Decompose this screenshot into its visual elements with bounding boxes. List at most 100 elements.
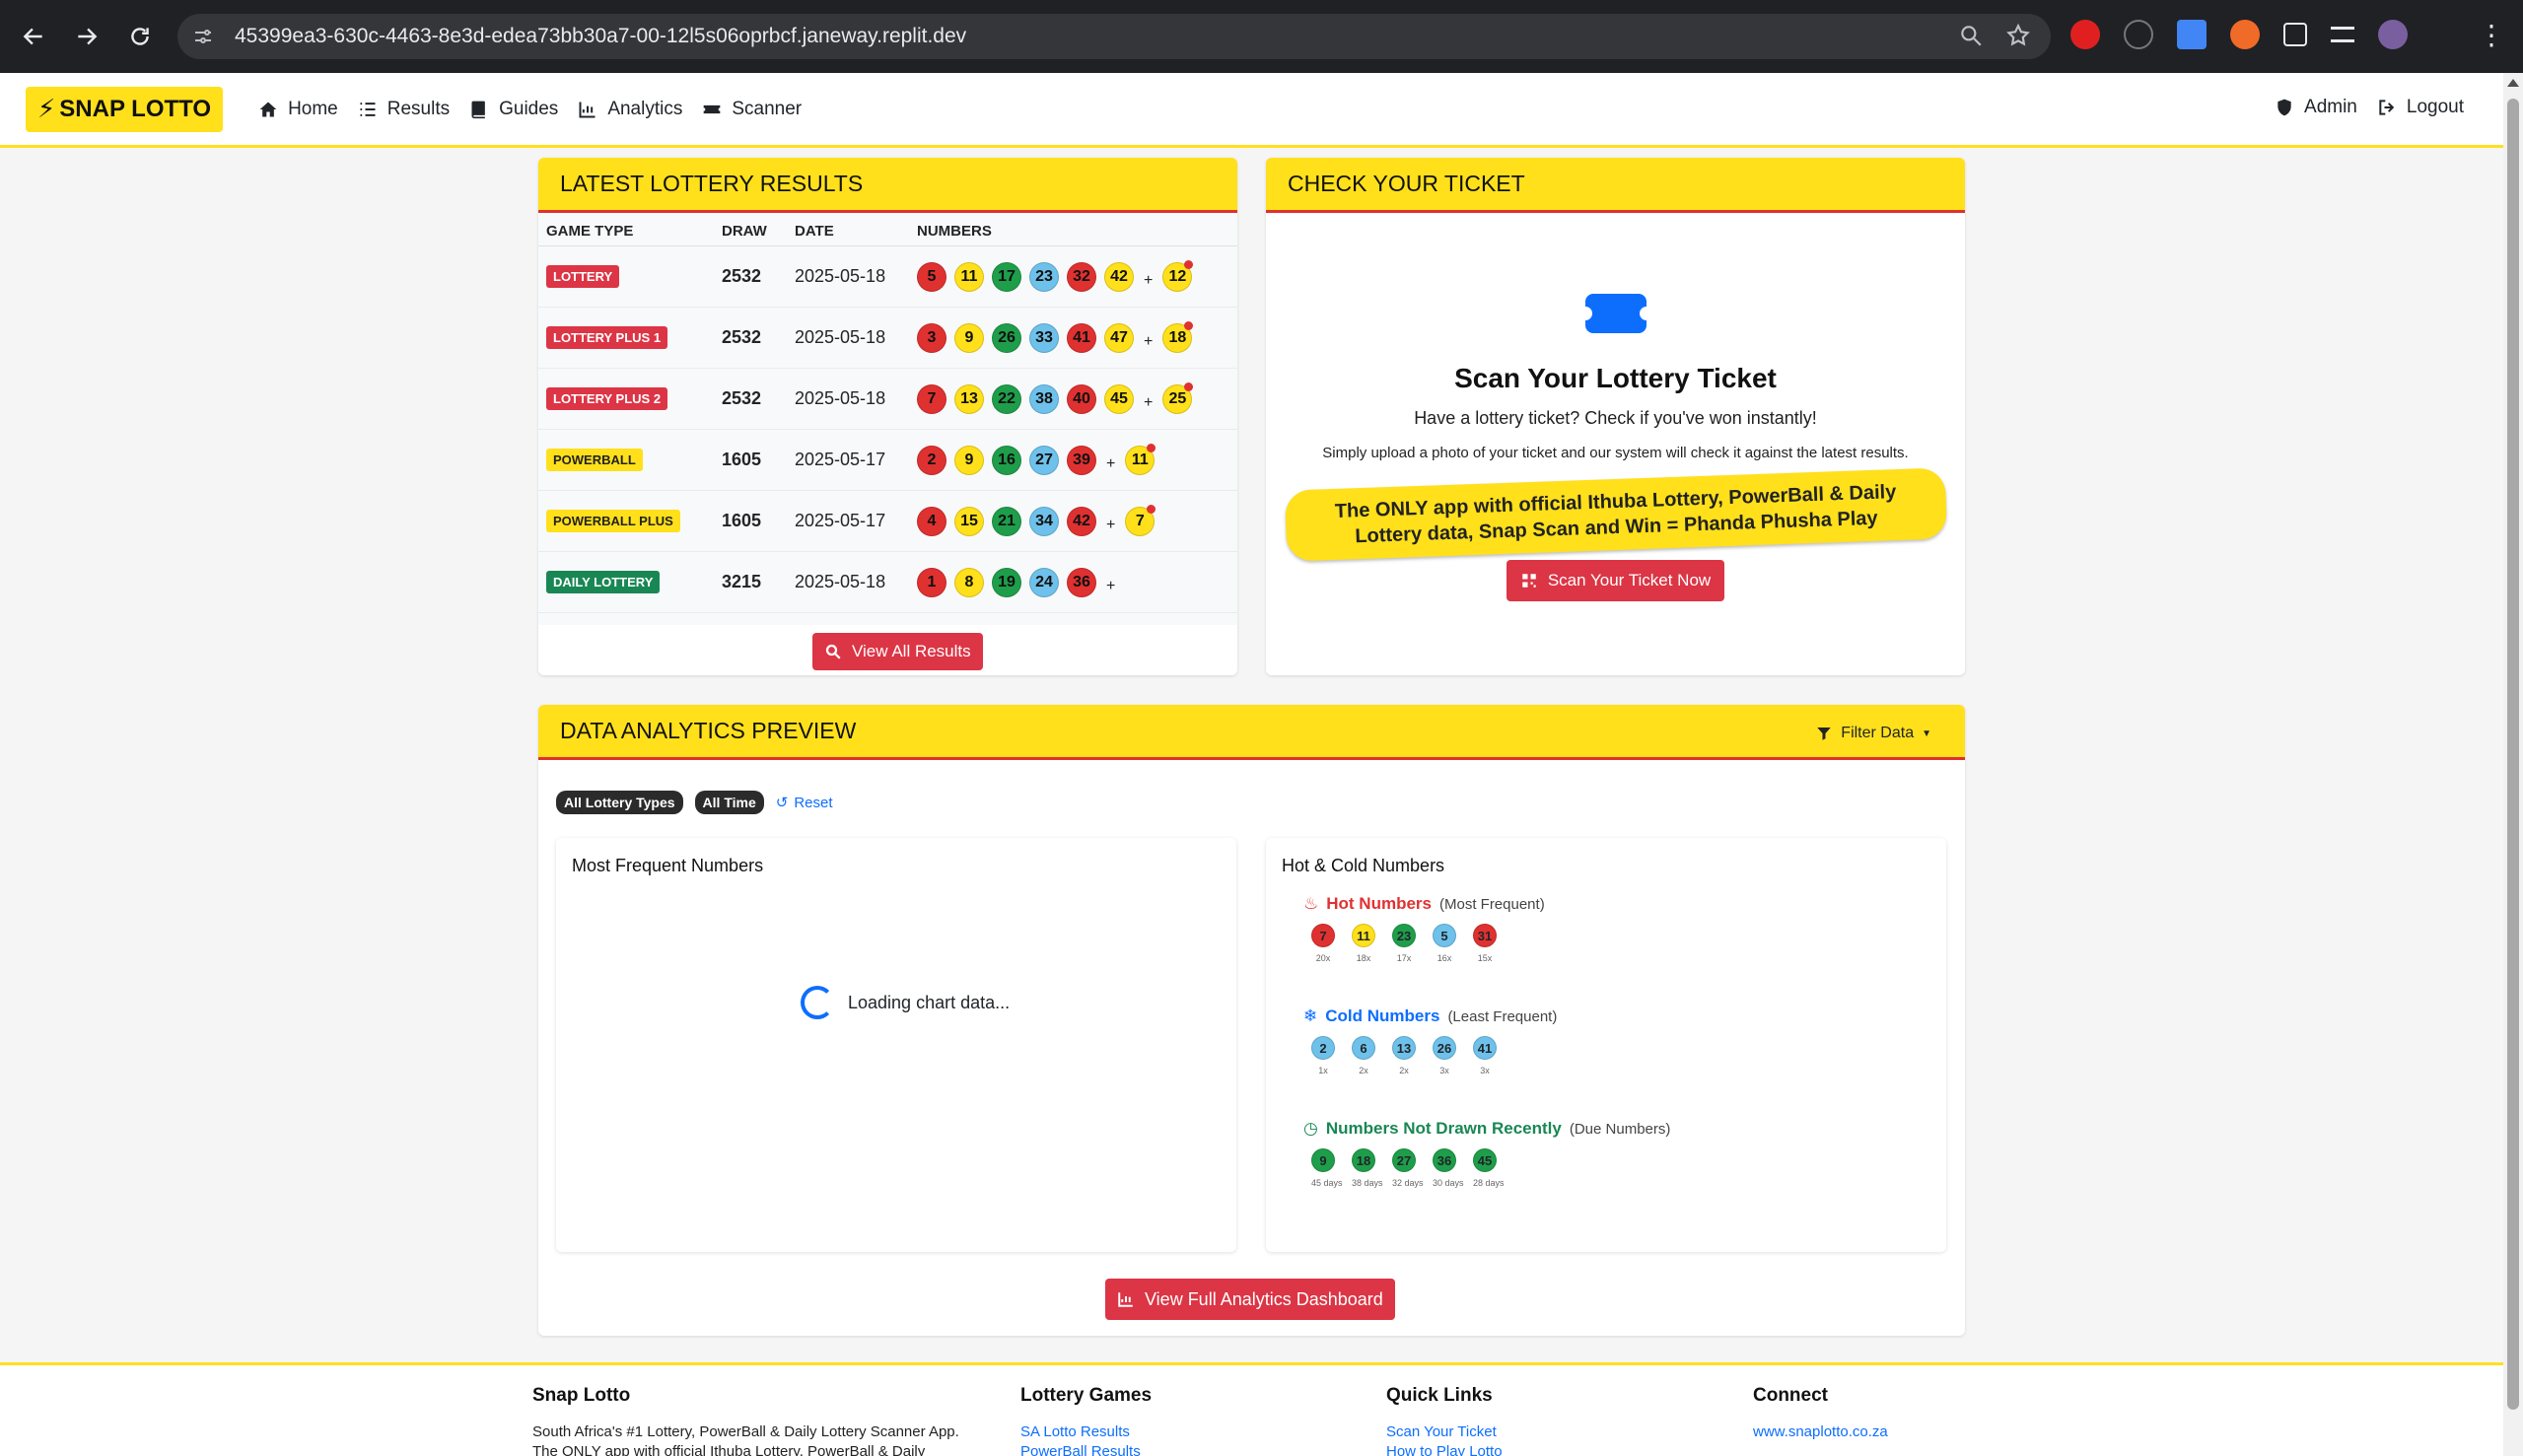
due-number-ball: 27 <box>1392 1148 1416 1172</box>
due-number-count: 28 days <box>1473 1178 1505 1188</box>
table-row: LOTTERY 2532 2025-05-18 5 11 17 23 32 42 +12 <box>538 245 1237 308</box>
analytics-preview-title: DATA ANALYTICS PREVIEW <box>538 705 1965 760</box>
bonus-indicator-icon <box>1184 381 1194 391</box>
table-row: DAILY LOTTERY 3215 2025-05-18 1 8 19 24 36 + <box>538 551 1237 613</box>
filter-data-label: Filter Data <box>1841 725 1915 741</box>
number-ball: 26 <box>992 322 1021 353</box>
footer-link-powerball[interactable]: PowerBall Results <box>1020 1442 1152 1456</box>
game-type-badge: POWERBALL PLUS <box>546 510 680 532</box>
reset-label: Reset <box>794 794 833 811</box>
view-full-analytics-button[interactable]: View Full Analytics Dashboard <box>1105 1279 1395 1320</box>
chip-time-range: All Time <box>694 791 764 814</box>
bonus-ball-value: 7 <box>1135 512 1145 529</box>
cold-number-item: 13 2x <box>1392 1036 1416 1075</box>
footer-link-how-to-play[interactable]: How to Play Lotto <box>1386 1442 1503 1456</box>
number-ball: 1 <box>917 567 946 597</box>
cold-number-ball: 6 <box>1352 1036 1375 1060</box>
nav-results[interactable]: Results <box>358 99 450 120</box>
caret-down-icon: ▼ <box>1922 728 1931 739</box>
logout-icon <box>2379 100 2395 115</box>
number-balls: 3 9 26 33 41 47 +18 <box>917 320 1229 353</box>
home-icon <box>259 102 277 116</box>
most-frequent-panel: Most Frequent Numbers Loading chart data… <box>556 838 1236 1252</box>
scan-ticket-now-button[interactable]: Scan Your Ticket Now <box>1506 560 1725 601</box>
brand-text: SNAP LOTTO <box>59 95 212 122</box>
game-type-badge: LOTTERY <box>546 265 620 288</box>
loading-indicator: Loading chart data... <box>801 986 1010 1019</box>
number-ball: 42 <box>1067 506 1096 536</box>
due-number-ball: 18 <box>1352 1148 1375 1172</box>
footer-link-website[interactable]: www.snaplotto.co.za <box>1753 1422 1888 1442</box>
nav-home[interactable]: Home <box>258 99 338 120</box>
number-ball: 15 <box>954 506 984 536</box>
game-cell: POWERBALL PLUS <box>538 490 714 552</box>
nav-logout[interactable]: Logout <box>2377 97 2464 118</box>
translate-icon[interactable] <box>2177 20 2207 49</box>
number-ball: 11 <box>954 261 984 292</box>
numbers-cell: 3 9 26 33 41 47 +18 <box>909 307 1237 369</box>
bonus-ball-value: 25 <box>1168 389 1187 407</box>
extensions-puzzle-icon[interactable] <box>2283 23 2307 46</box>
forward-icon[interactable] <box>67 17 106 56</box>
footer-quick-links-title: Quick Links <box>1386 1385 1493 1406</box>
footer-quick-links: Quick Links Scan Your Ticket How to Play… <box>1386 1385 1503 1456</box>
bonus-ball-value: 11 <box>1131 451 1149 468</box>
cold-number-ball: 26 <box>1433 1036 1456 1060</box>
game-cell: POWERBALL <box>538 429 714 491</box>
game-type-badge: LOTTERY PLUS 1 <box>546 326 668 349</box>
bookmark-star-icon[interactable] <box>2005 23 2031 48</box>
extension-red-icon[interactable] <box>2070 20 2100 49</box>
ticket-icon <box>1577 294 1653 333</box>
number-ball: 23 <box>1029 261 1059 292</box>
table-row: POWERBALL PLUS 1605 2025-05-17 4 15 21 34 42 +7 <box>538 490 1237 552</box>
footer-connect-title: Connect <box>1753 1385 1828 1406</box>
zoom-icon[interactable] <box>1958 23 1984 48</box>
scroll-up-icon[interactable] <box>2507 79 2519 87</box>
draw-number: 2532 <box>714 307 787 369</box>
number-balls: 2 9 16 27 39 +11 <box>917 443 1229 475</box>
nav-admin[interactable]: Admin <box>2275 97 2357 118</box>
number-ball: 7 <box>917 383 946 414</box>
view-all-results-label: View All Results <box>852 642 971 660</box>
number-ball: 16 <box>992 445 1021 475</box>
cold-number-item: 6 2x <box>1352 1036 1375 1075</box>
plus-sign: + <box>1144 271 1154 289</box>
extension-fox-icon[interactable] <box>2230 20 2260 49</box>
reset-filters-link[interactable]: ↺ Reset <box>776 794 833 812</box>
browser-menu-icon[interactable]: ⋮ <box>2478 22 2505 49</box>
number-ball: 13 <box>954 383 984 414</box>
extension-circle-icon[interactable] <box>2124 20 2153 49</box>
number-ball: 34 <box>1029 506 1059 536</box>
footer-link-scan-ticket[interactable]: Scan Your Ticket <box>1386 1422 1503 1442</box>
cold-number-item: 41 3x <box>1473 1036 1497 1075</box>
hot-number-item: 5 16x <box>1433 924 1456 963</box>
nav-analytics[interactable]: Analytics <box>578 99 682 120</box>
address-bar[interactable]: 45399ea3-630c-4463-8e3d-edea73bb30a7-00-… <box>177 14 2051 59</box>
hot-number-ball: 23 <box>1392 924 1416 947</box>
footer-link-sa-lotto[interactable]: SA Lotto Results <box>1020 1422 1152 1442</box>
numbers-cell: 7 13 22 38 40 45 +25 <box>909 368 1237 430</box>
number-ball: 19 <box>992 567 1021 597</box>
scrollbar-thumb[interactable] <box>2507 99 2519 1410</box>
nav-guides-label: Guides <box>499 98 559 119</box>
filter-data-dropdown[interactable]: Filter Data ▼ <box>1815 725 1931 742</box>
draw-number: 1605 <box>714 429 787 491</box>
brand-logo[interactable]: ⚡ SNAP LOTTO <box>26 86 224 132</box>
view-all-results-button[interactable]: View All Results <box>812 633 983 670</box>
nav-scanner[interactable]: Scanner <box>702 99 802 120</box>
url-text[interactable]: 45399ea3-630c-4463-8e3d-edea73bb30a7-00-… <box>235 25 966 48</box>
nav-guides[interactable]: Guides <box>469 99 558 120</box>
media-control-icon[interactable] <box>2331 27 2354 42</box>
due-numbers-subtitle: (Due Numbers) <box>1569 1120 1671 1138</box>
back-icon[interactable] <box>14 17 53 56</box>
reload-icon[interactable] <box>120 17 160 56</box>
ticket-icon <box>704 104 721 113</box>
site-settings-icon[interactable] <box>191 25 215 48</box>
profile-avatar[interactable] <box>2378 20 2408 49</box>
number-ball: 38 <box>1029 383 1059 414</box>
page-scrollbar[interactable] <box>2503 73 2523 1456</box>
number-balls: 7 13 22 38 40 45 +25 <box>917 381 1229 414</box>
table-row: LOTTERY PLUS 1 2532 2025-05-18 3 9 26 33 41 47 +1… <box>538 307 1237 369</box>
bonus-ball: 11 <box>1125 443 1156 475</box>
nav-results-label: Results <box>386 98 451 119</box>
